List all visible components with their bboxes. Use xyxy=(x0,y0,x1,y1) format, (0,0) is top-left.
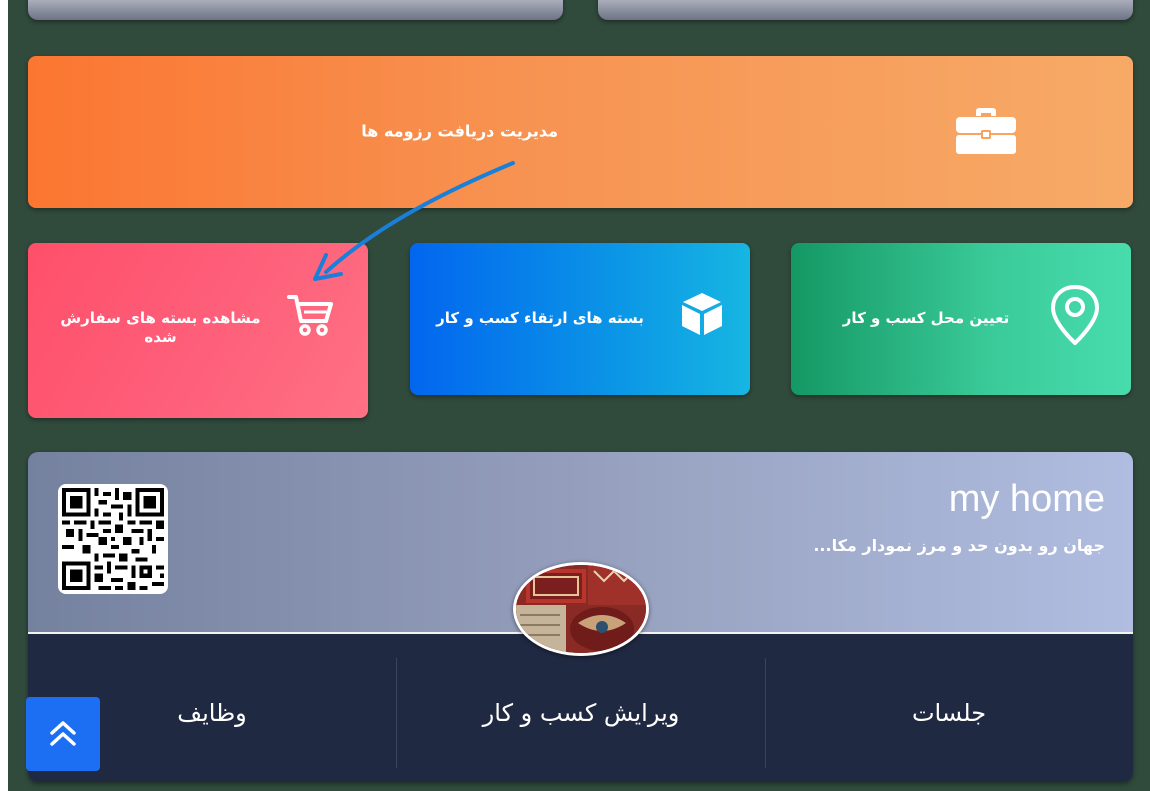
business-avatar[interactable] xyxy=(513,562,649,656)
business-location-label: تعیین محل کسب و کار xyxy=(842,309,1010,327)
nav-edit-business[interactable]: ویرایش کسب و کار xyxy=(397,658,766,768)
business-location-tile[interactable]: تعیین محل کسب و کار xyxy=(791,243,1131,395)
business-upgrade-packages-tile[interactable]: بسته های ارتقاء کسب و کار xyxy=(410,243,750,395)
briefcase-icon xyxy=(954,106,1018,156)
top-card-right[interactable] xyxy=(598,0,1133,20)
banner-title: مدیریت دریافت رزومه ها xyxy=(361,121,558,141)
top-card-left[interactable] xyxy=(28,0,563,20)
profile-bottom-nav: جلسات ویرایش کسب و کار وظایف xyxy=(28,634,1133,782)
app-screen: مدیریت دریافت رزومه ها تعیین محل کسب و ک… xyxy=(8,0,1150,791)
location-pin-icon xyxy=(1049,283,1101,347)
package-box-icon xyxy=(680,291,724,337)
resume-management-banner[interactable]: مدیریت دریافت رزومه ها xyxy=(28,56,1133,208)
ordered-packages-label: مشاهده بسته های سفارش شده xyxy=(60,309,261,346)
qr-code-icon[interactable] xyxy=(58,484,168,594)
business-tagline: جهان رو بدون حد و مرز نمودار مکا... xyxy=(813,536,1105,555)
business-profile-card: my home جهان رو بدون حد و مرز نمودار مکا… xyxy=(28,452,1133,782)
upgrade-packages-label: بسته های ارتقاء کسب و کار xyxy=(436,309,644,327)
shopping-cart-icon xyxy=(286,293,334,337)
scroll-to-top-button[interactable] xyxy=(26,697,100,771)
ordered-packages-tile[interactable]: مشاهده بسته های سفارش شده xyxy=(28,243,368,418)
business-name: my home xyxy=(948,478,1105,520)
nav-meetings[interactable]: جلسات xyxy=(765,658,1133,768)
